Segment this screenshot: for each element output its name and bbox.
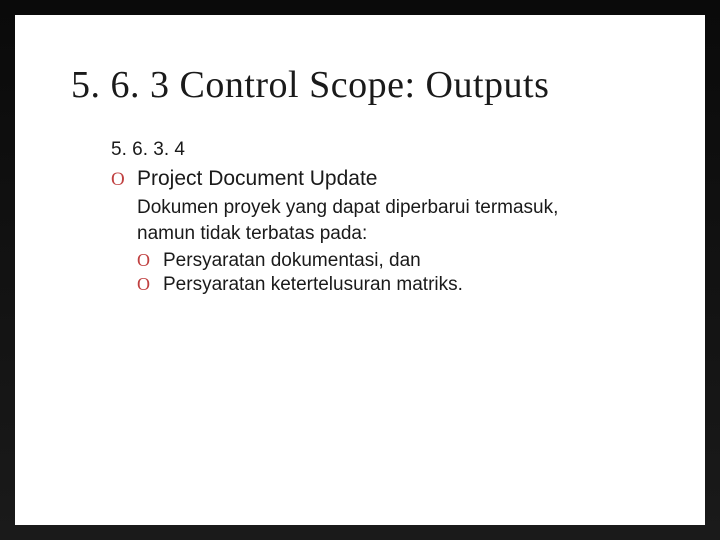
bullet-marker-icon: O xyxy=(137,274,163,295)
slide-title: 5. 6. 3 Control Scope: Outputs xyxy=(71,63,649,107)
sub-bullet-row: O Persyaratan dokumentasi, dan xyxy=(137,250,649,272)
sub-bullet-row: O Persyaratan ketertelusuran matriks. xyxy=(137,274,649,296)
slide: 5. 6. 3 Control Scope: Outputs 5. 6. 3. … xyxy=(15,15,705,525)
sub-bullet-text: Persyaratan ketertelusuran matriks. xyxy=(163,274,463,296)
bullet-marker-icon: O xyxy=(137,250,163,271)
sub-bullet-text: Persyaratan dokumentasi, dan xyxy=(163,250,421,272)
body-paragraph: Dokumen proyek yang dapat diperbarui ter… xyxy=(137,195,609,246)
main-bullet-text: Project Document Update xyxy=(137,167,377,191)
bullet-marker-icon: O xyxy=(111,169,137,191)
section-number: 5. 6. 3. 4 xyxy=(111,139,649,161)
main-bullet-row: O Project Document Update xyxy=(111,167,649,191)
